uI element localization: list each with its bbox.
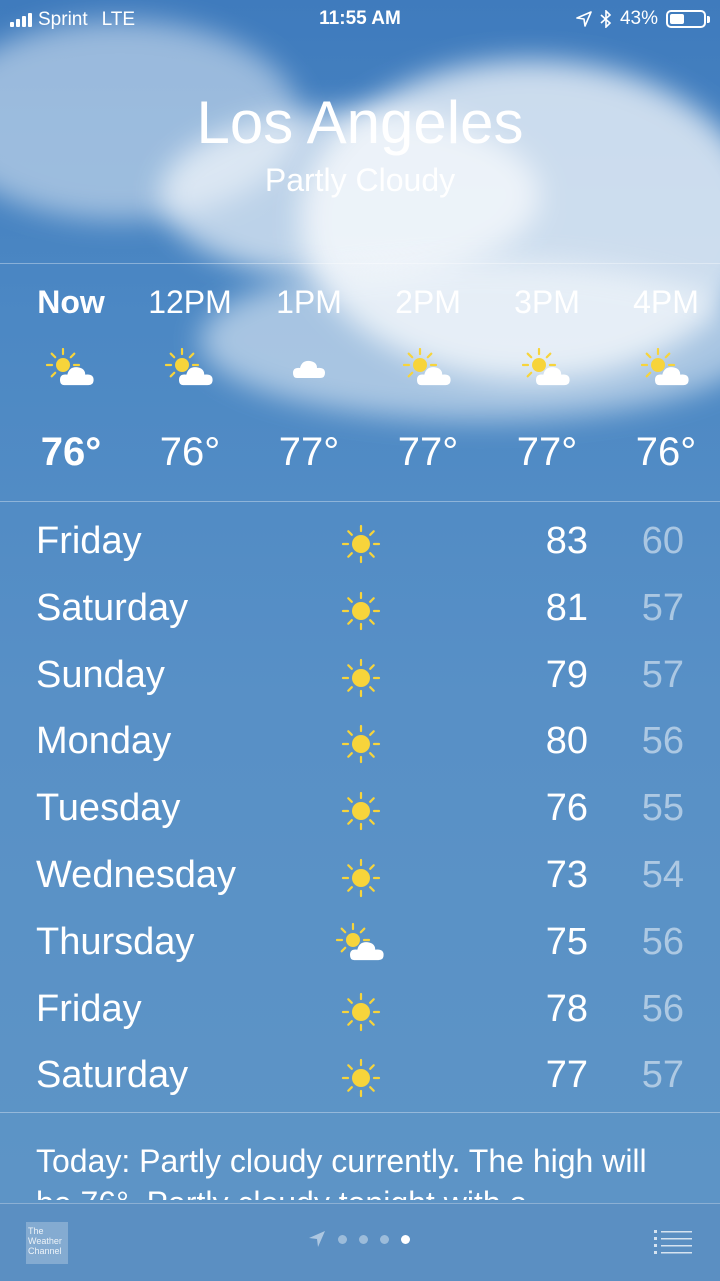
hour-label: Now [37, 284, 105, 320]
high-temperature: 78 [545, 987, 588, 1030]
high-temperature: 80 [545, 720, 588, 763]
day-name: Sunday [36, 653, 165, 696]
partly-cloudy-icon [164, 347, 215, 388]
high-temperature: 83 [545, 520, 588, 562]
hour-temperature: 77° [278, 430, 340, 474]
day-name: Thursday [36, 920, 195, 963]
hour-label: 12PM [148, 284, 232, 320]
page-dot[interactable] [380, 1234, 389, 1244]
low-temperature: 57 [641, 586, 684, 629]
day-name: Saturday [36, 1054, 189, 1097]
partly-cloudy-icon [335, 922, 386, 967]
day-name: Wednesday [36, 854, 236, 896]
high-temperature: 75 [545, 920, 588, 963]
partly-cloudy-icon [402, 347, 453, 388]
partly-cloudy-icon [521, 347, 572, 388]
daily-row: Saturday 81 57 [0, 577, 720, 643]
daily-row: Wednesday 73 54 [0, 844, 720, 910]
day-name: Saturday [36, 586, 189, 629]
hour-label: 1PM [276, 284, 342, 320]
page-dot-active[interactable] [401, 1234, 410, 1244]
divider-top [0, 263, 720, 264]
sun-icon [336, 722, 386, 766]
city-name: Los Angeles [196, 89, 524, 156]
low-temperature: 56 [641, 987, 684, 1030]
battery-icon [666, 10, 710, 28]
daily-row: Thursday 75 56 [0, 911, 720, 977]
day-name: Tuesday [36, 787, 181, 830]
hour-temperature: 77° [516, 430, 578, 474]
hourly-forecast[interactable]: Now 76° 12PM 76° 1PM 77° 2PM 77° 3PM 77° 4PM 76° [0, 270, 720, 495]
divider-daily [0, 1112, 720, 1113]
sun-icon [336, 789, 386, 833]
page-indicator[interactable] [308, 1230, 410, 1248]
daily-row: Saturday 77 57 [0, 1044, 720, 1110]
low-temperature: 57 [641, 653, 684, 696]
partly-cloudy-icon [640, 347, 691, 388]
daily-row: Tuesday 76 55 [0, 777, 720, 843]
location-arrow-icon [576, 11, 592, 27]
sun-icon [336, 1056, 386, 1100]
divider-hourly [0, 501, 720, 502]
current-location-icon [309, 1231, 325, 1247]
status-bar: Sprint LTE 11:55 AM 43% [0, 0, 720, 40]
high-temperature: 76 [545, 787, 588, 830]
bluetooth-icon [600, 10, 612, 28]
hour-temperature: 76° [40, 430, 102, 474]
daily-row: Sunday 79 57 [0, 644, 720, 710]
page-dot[interactable] [359, 1234, 368, 1244]
hour-label: 4PM [633, 284, 699, 320]
sun-icon [336, 856, 386, 900]
low-temperature: 60 [641, 520, 684, 562]
low-temperature: 54 [641, 854, 684, 896]
sun-icon [336, 656, 386, 700]
hour-temperature: 76° [159, 430, 221, 474]
low-temperature: 55 [641, 787, 684, 830]
hour-label: 2PM [395, 284, 461, 320]
page-dot[interactable] [338, 1234, 347, 1244]
high-temperature: 73 [545, 854, 588, 896]
sun-icon [336, 522, 386, 566]
sun-icon [336, 589, 386, 633]
day-name: Friday [36, 520, 142, 562]
low-temperature: 57 [641, 1054, 684, 1097]
day-name: Friday [36, 987, 142, 1030]
cloud-icon [284, 348, 334, 388]
high-temperature: 81 [545, 586, 588, 629]
forecast-summary: Today: Partly cloudy currently. The high… [36, 1143, 647, 1200]
day-name: Monday [36, 720, 172, 763]
high-temperature: 77 [545, 1054, 588, 1097]
partly-cloudy-icon [45, 347, 96, 388]
hour-temperature: 77° [397, 430, 459, 474]
daily-row: Friday 78 56 [0, 978, 720, 1044]
daily-row: Monday 80 56 [0, 710, 720, 776]
bottom-toolbar: The Weather Channel [0, 1203, 720, 1281]
high-temperature: 79 [545, 653, 588, 696]
hour-label: 3PM [514, 284, 580, 320]
sun-icon [336, 990, 386, 1034]
battery-percentage: 43% [619, 8, 658, 29]
daily-row: Friday 83 60 [0, 510, 720, 576]
low-temperature: 56 [641, 720, 684, 763]
hour-temperature: 76° [635, 430, 697, 474]
weather-channel-logo[interactable]: The Weather Channel [26, 1222, 68, 1264]
current-condition: Partly Cloudy [264, 162, 456, 198]
low-temperature: 56 [641, 920, 684, 963]
city-list-icon[interactable] [654, 1229, 692, 1255]
